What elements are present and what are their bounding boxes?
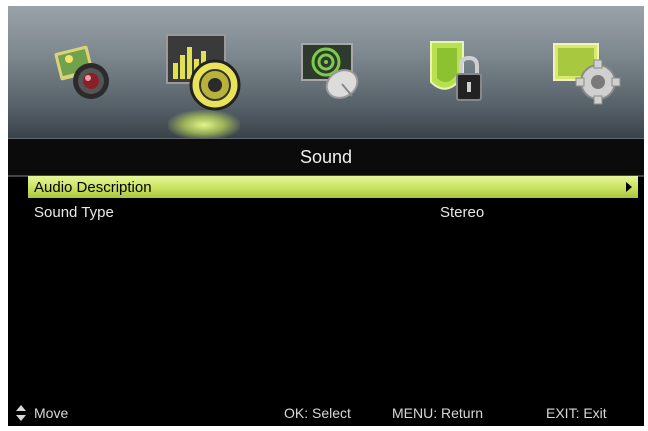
lock-shield-icon	[423, 36, 493, 108]
key-hint-bar: Move OK: Select MENU: Return EXIT: Exit	[8, 400, 644, 426]
submenu-arrow-icon	[626, 182, 632, 192]
menu-title: Sound	[299, 147, 353, 167]
up-down-arrows-icon	[16, 405, 26, 424]
tv-osd-screen: Sound Audio Description Sound Type Stere…	[8, 6, 644, 426]
menu-item-label: Sound Type	[34, 204, 114, 221]
menu-item-value: Stereo	[440, 204, 485, 221]
sound-speaker-icon	[165, 33, 243, 111]
tab-channel[interactable]	[282, 6, 382, 138]
tab-picture[interactable]	[32, 6, 132, 138]
exit-hint: EXIT: Exit	[546, 405, 607, 421]
tab-lock[interactable]	[408, 6, 508, 138]
channel-satellite-icon	[296, 36, 368, 108]
move-hint: Move	[34, 405, 69, 421]
category-tab-bar	[8, 6, 644, 140]
menu-item-label: Audio Description	[34, 179, 152, 196]
picture-camera-icon	[47, 37, 117, 107]
select-hint: OK: Select	[284, 405, 351, 421]
return-hint: MENU: Return	[392, 405, 484, 421]
setup-gear-icon	[550, 36, 622, 108]
tab-sound[interactable]	[154, 6, 254, 140]
menu-item-sound-type[interactable]: Sound Type Stereo	[28, 201, 638, 223]
menu-title-bar: Sound	[8, 138, 644, 177]
menu-item-audio-description[interactable]: Audio Description	[28, 176, 638, 198]
tab-setup[interactable]	[536, 6, 636, 138]
